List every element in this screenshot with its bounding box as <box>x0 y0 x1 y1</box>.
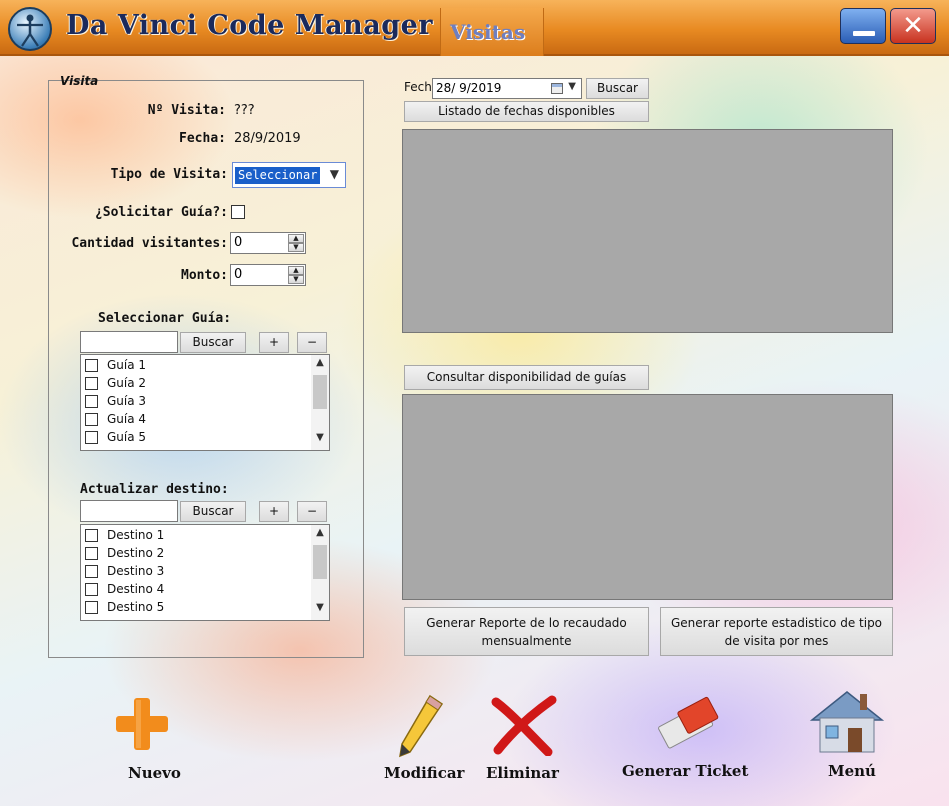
reporte-recaudado-button[interactable]: Generar Reporte de lo recaudado mensualm… <box>404 607 649 656</box>
eliminar-label: Eliminar <box>486 764 559 782</box>
spinner-down-icon[interactable]: ▼ <box>288 275 304 284</box>
section-title: Visitas <box>450 20 526 44</box>
numero-visita-value: ??? <box>234 103 255 118</box>
cantidad-visitantes-spinner[interactable]: 0 ▲ ▼ <box>230 232 306 254</box>
tipo-visita-label: Tipo de Visita: <box>110 167 228 182</box>
item-checkbox[interactable] <box>85 529 98 542</box>
guia-search-button[interactable]: Buscar <box>180 332 246 353</box>
destino-remove-button[interactable]: − <box>297 501 327 522</box>
house-icon <box>809 691 885 753</box>
numero-visita-label: Nº Visita: <box>147 103 226 118</box>
destino-search-button[interactable]: Buscar <box>180 501 246 522</box>
scroll-thumb[interactable] <box>313 545 327 579</box>
spinner-down-icon[interactable]: ▼ <box>288 243 304 252</box>
item-checkbox[interactable] <box>85 395 98 408</box>
item-checkbox[interactable] <box>85 431 98 444</box>
guia-search-input[interactable] <box>80 331 178 353</box>
nuevo-label: Nuevo <box>128 764 181 782</box>
app-title: Da Vinci Code Manager <box>66 10 434 41</box>
generar-ticket-button[interactable]: Generar Ticket <box>622 690 762 790</box>
visita-group-title: Visita <box>60 74 99 88</box>
cantidad-visitantes-value: 0 <box>234 235 243 250</box>
destinos-scrollbar[interactable]: ▲ ▼ <box>311 525 329 620</box>
guias-scrollbar[interactable]: ▲ ▼ <box>311 355 329 450</box>
close-button[interactable]: ✕ <box>890 8 936 44</box>
x-mark-icon <box>491 695 557 756</box>
scroll-thumb[interactable] <box>313 375 327 409</box>
chevron-up-icon[interactable]: ▲ <box>311 357 329 373</box>
item-checkbox[interactable] <box>85 601 98 614</box>
fecha-label: Fecha: <box>179 131 226 146</box>
guia-add-button[interactable]: + <box>259 332 289 353</box>
fecha-value: 28/9/2019 <box>234 131 301 146</box>
fecha-search-button[interactable]: Buscar <box>586 78 649 99</box>
spinner-up-icon[interactable]: ▲ <box>288 234 304 243</box>
plus-icon <box>116 698 168 750</box>
monto-label: Monto: <box>181 268 228 283</box>
calendar-icon[interactable] <box>551 83 563 94</box>
monto-spinner[interactable]: 0 ▲ ▼ <box>230 264 306 286</box>
destino-add-button[interactable]: + <box>259 501 289 522</box>
eliminar-button[interactable]: Eliminar <box>486 694 576 796</box>
chevron-up-icon[interactable]: ▲ <box>311 527 329 543</box>
modificar-button[interactable]: Modificar <box>384 690 474 796</box>
destinos-list[interactable]: Destino 1 Destino 2 Destino 3 Destino 4 … <box>80 524 330 621</box>
chevron-down-icon[interactable]: ▼ <box>311 602 329 618</box>
pencil-icon <box>399 694 444 758</box>
chevron-down-icon[interactable]: ▼ <box>568 81 576 92</box>
solicitar-guia-label: ¿Solicitar Guía?: <box>94 205 228 220</box>
consultar-guias-button[interactable]: Consultar disponibilidad de guías <box>404 365 649 390</box>
guia-remove-button[interactable]: − <box>297 332 327 353</box>
modificar-label: Modificar <box>384 764 465 782</box>
tipo-visita-selected: Seleccionar <box>235 167 321 184</box>
item-checkbox[interactable] <box>85 413 98 426</box>
tipo-visita-select[interactable]: Seleccionar ▼ <box>232 162 346 188</box>
fecha-datepicker[interactable]: 28/ 9/2019 ▼ <box>432 78 582 99</box>
solicitar-guia-checkbox[interactable] <box>231 205 245 219</box>
spinner-up-icon[interactable]: ▲ <box>288 266 304 275</box>
actualizar-destino-title: Actualizar destino: <box>80 482 229 497</box>
item-checkbox[interactable] <box>85 377 98 390</box>
guias-list[interactable]: Guía 1 Guía 2 Guía 3 Guía 4 Guía 5 ▲ ▼ <box>80 354 330 451</box>
item-checkbox[interactable] <box>85 547 98 560</box>
generar-ticket-label: Generar Ticket <box>622 762 749 780</box>
chevron-down-icon: ▼ <box>329 167 339 181</box>
item-checkbox[interactable] <box>85 583 98 596</box>
close-icon: ✕ <box>902 11 924 41</box>
minimize-button[interactable] <box>840 8 886 44</box>
minimize-icon <box>853 31 875 36</box>
menu-button[interactable]: Menú <box>806 686 890 792</box>
fechas-disponibles-button[interactable]: Listado de fechas disponibles <box>404 101 649 122</box>
item-checkbox[interactable] <box>85 565 98 578</box>
reporte-estadistico-button[interactable]: Generar reporte estadistico de tipo de v… <box>660 607 893 656</box>
chevron-down-icon[interactable]: ▼ <box>311 432 329 448</box>
cantidad-visitantes-label: Cantidad visitantes: <box>71 236 228 251</box>
seleccionar-guia-title: Seleccionar Guía: <box>98 311 232 326</box>
nuevo-button[interactable]: Nuevo <box>106 696 196 796</box>
fechas-results-panel <box>402 129 893 333</box>
vitruvian-man-logo-icon <box>8 7 52 51</box>
ticket-icon <box>658 696 719 749</box>
monto-value: 0 <box>234 267 243 282</box>
fecha-datepicker-value: 28/ 9/2019 <box>436 81 502 95</box>
item-checkbox[interactable] <box>85 359 98 372</box>
guias-results-panel <box>402 394 893 600</box>
menu-label: Menú <box>828 762 876 780</box>
destino-search-input[interactable] <box>80 500 178 522</box>
